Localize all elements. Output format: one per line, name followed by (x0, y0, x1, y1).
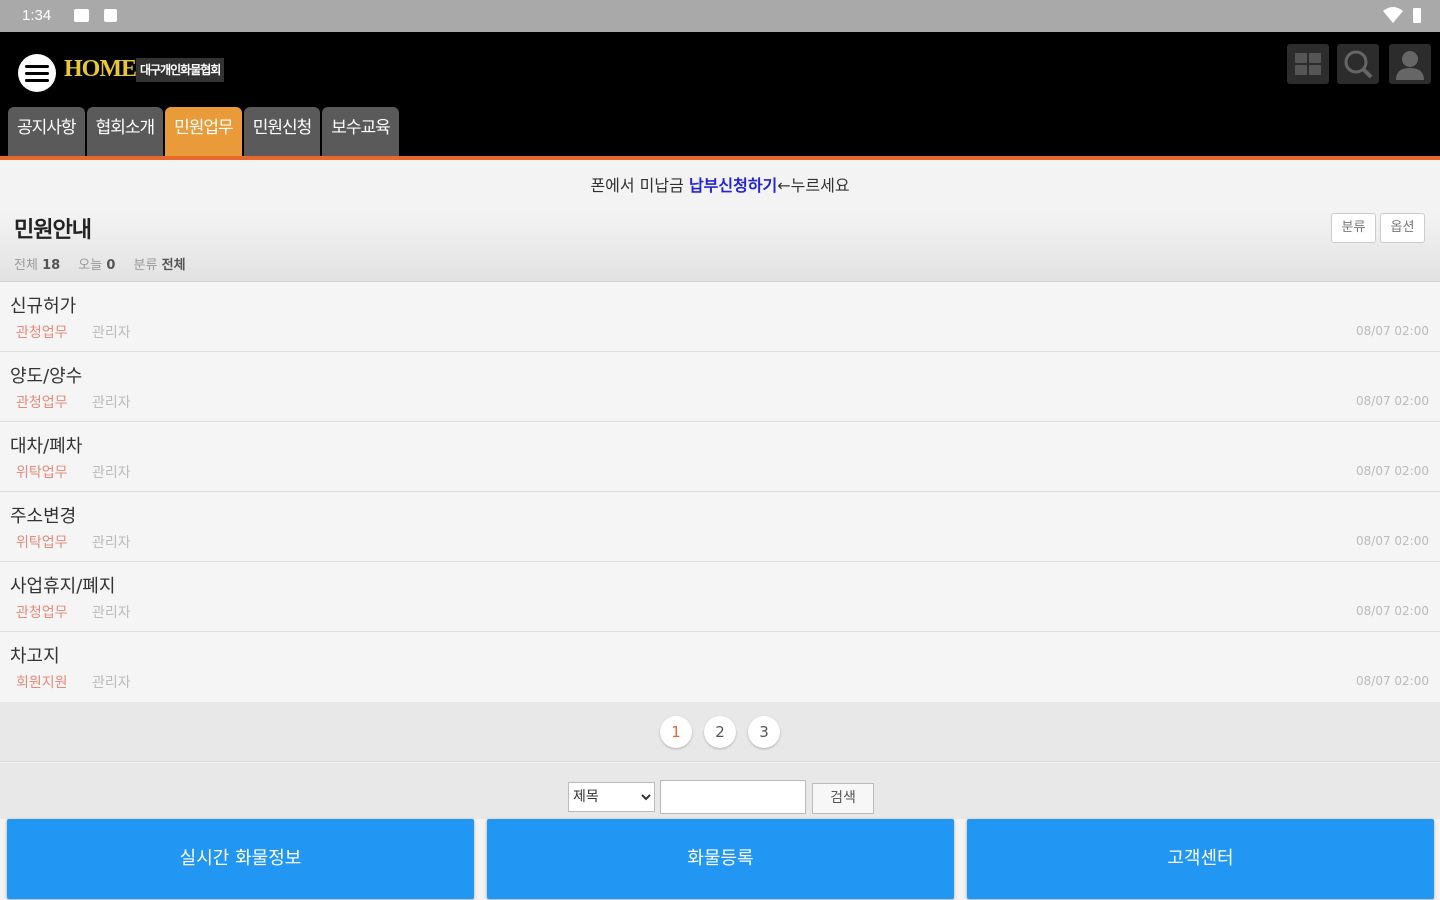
post-author: 관리자 (92, 605, 131, 621)
search-icon[interactable] (1337, 44, 1379, 84)
post-date: 08/07 02:00 (1356, 464, 1429, 478)
app-header: HOME 대구개인화물협회 공지사항 협회소개 민원업무 민원신청 보수교육 (0, 32, 1440, 160)
post-category: 회원지원 (16, 675, 68, 691)
post-category: 관청업무 (16, 605, 68, 621)
post-author: 관리자 (92, 325, 131, 341)
list-item[interactable]: 주소변경 위탁업무 관리자 08/07 02:00 (0, 492, 1440, 562)
association-name: 대구개인화물협회 (136, 58, 225, 82)
notice-suffix: ←누르세요 (777, 176, 850, 195)
board-stats: 전체 18 오늘 0 분류 전체 (14, 254, 200, 273)
pagination: 1 2 3 (0, 702, 1440, 762)
search-field-select[interactable]: 제목 (568, 782, 655, 812)
post-category: 위탁업무 (16, 465, 68, 481)
options-button[interactable]: 옵션 (1380, 213, 1425, 243)
post-title[interactable]: 사업휴지/폐지 (10, 572, 115, 598)
tab-civil-affairs[interactable]: 민원업무 (165, 107, 242, 156)
page-button-3[interactable]: 3 (748, 715, 780, 748)
post-title[interactable]: 차고지 (10, 642, 60, 668)
user-icon[interactable] (1389, 44, 1431, 84)
post-date: 08/07 02:00 (1356, 674, 1429, 688)
image-notification-icon (74, 9, 89, 22)
search-button[interactable]: 검색 (812, 783, 874, 814)
payment-notice: 폰에서 미납금 납부신청하기←누르세요 (0, 164, 1440, 208)
today-count: 0 (106, 258, 116, 273)
page-button-2[interactable]: 2 (704, 715, 736, 748)
post-title[interactable]: 대차/폐차 (10, 432, 82, 458)
list-item[interactable]: 차고지 회원지원 관리자 08/07 02:00 (0, 632, 1440, 702)
post-author: 관리자 (92, 535, 131, 551)
category-button[interactable]: 분류 (1331, 213, 1376, 243)
post-title[interactable]: 신규허가 (10, 292, 76, 318)
tab-civil-request[interactable]: 민원신청 (243, 107, 321, 156)
post-author: 관리자 (92, 675, 131, 691)
tab-education[interactable]: 보수교육 (322, 107, 399, 156)
post-category: 위탁업무 (16, 535, 68, 551)
customer-center-button[interactable]: 고객센터 (967, 819, 1434, 899)
total-label: 전체 (14, 258, 38, 273)
tab-notice[interactable]: 공지사항 (8, 107, 85, 156)
home-link[interactable]: HOME (64, 56, 137, 83)
payment-request-link[interactable]: 납부신청하기 (689, 176, 777, 195)
post-date: 08/07 02:00 (1356, 534, 1429, 548)
board-title: 민원안내 (14, 218, 92, 243)
search-input[interactable] (660, 780, 806, 814)
nav-tabs: 공지사항 협회소개 민원업무 민원신청 보수교육 (8, 107, 399, 156)
total-count: 18 (42, 258, 61, 273)
search-bar: 제목 검색 (0, 763, 1440, 819)
board-header: 민원안내 전체 18 오늘 0 분류 전체 분류 옵션 (0, 208, 1440, 282)
wifi-icon (1383, 7, 1403, 23)
hamburger-menu-icon[interactable] (18, 54, 56, 92)
post-title[interactable]: 주소변경 (10, 502, 76, 528)
status-time: 1:34 (22, 7, 52, 24)
post-category: 관청업무 (16, 395, 68, 411)
post-author: 관리자 (92, 465, 131, 481)
freight-register-button[interactable]: 화물등록 (487, 819, 954, 899)
post-date: 08/07 02:00 (1356, 324, 1429, 338)
tab-about[interactable]: 협회소개 (86, 107, 164, 156)
post-author: 관리자 (92, 395, 131, 411)
facebook-notification-icon (104, 9, 117, 22)
post-date: 08/07 02:00 (1356, 604, 1429, 618)
notice-prefix: 폰에서 미납금 (590, 176, 689, 195)
list-item[interactable]: 신규허가 관청업무 관리자 08/07 02:00 (0, 282, 1440, 352)
grid-icon[interactable] (1287, 44, 1329, 84)
status-bar: 1:34 (0, 0, 1440, 32)
category-label: 분류 (133, 258, 158, 273)
post-date: 08/07 02:00 (1356, 394, 1429, 408)
post-list: 신규허가 관청업무 관리자 08/07 02:00 양도/양수 관청업무 관리자… (0, 282, 1440, 702)
list-item[interactable]: 사업휴지/폐지 관청업무 관리자 08/07 02:00 (0, 562, 1440, 632)
post-category: 관청업무 (16, 325, 68, 341)
list-item[interactable]: 양도/양수 관청업무 관리자 08/07 02:00 (0, 352, 1440, 422)
category-value: 전체 (161, 258, 186, 273)
realtime-freight-button[interactable]: 실시간 화물정보 (7, 819, 474, 899)
list-item[interactable]: 대차/폐차 위탁업무 관리자 08/07 02:00 (0, 422, 1440, 492)
battery-icon (1413, 8, 1421, 23)
page-button-1[interactable]: 1 (660, 715, 692, 748)
post-title[interactable]: 양도/양수 (10, 362, 82, 388)
today-label: 오늘 (78, 258, 103, 273)
